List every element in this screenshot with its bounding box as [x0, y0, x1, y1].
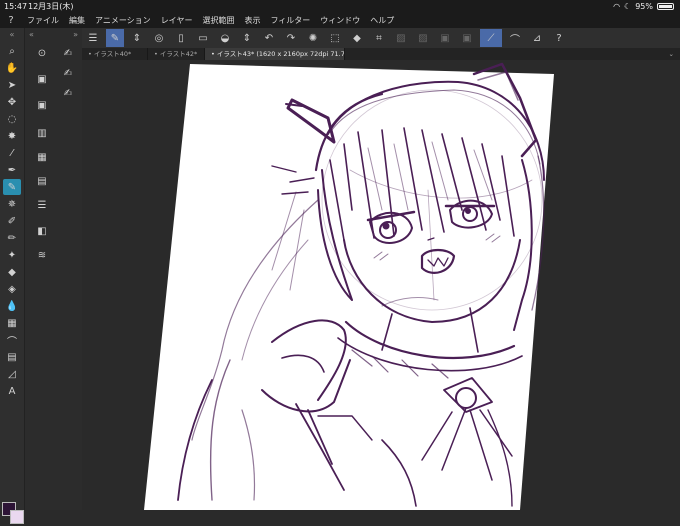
open-icon[interactable]: ▭	[194, 29, 212, 47]
sub-color-swatch[interactable]	[10, 510, 24, 524]
stepper-icon-2[interactable]: ⇕	[238, 29, 256, 47]
status-right: ◠ ☾ 95%	[613, 0, 674, 13]
color-set-icon[interactable]: ▦	[35, 150, 49, 164]
collapse-sub-icon[interactable]: «	[29, 28, 34, 42]
menu-edit[interactable]: 編集	[64, 15, 90, 26]
reference-icon[interactable]: ◎	[150, 29, 168, 47]
figure-tool-icon[interactable]: ⌒	[3, 332, 21, 348]
sub-folder-icon-1[interactable]: ▣	[35, 72, 49, 86]
history-icon[interactable]: ▤	[35, 174, 49, 188]
sub-folder-icon-2[interactable]: ▣	[35, 98, 49, 112]
menu-icon[interactable]: ☰	[84, 29, 102, 47]
layer-stack-icon[interactable]: ◧	[35, 224, 49, 238]
wifi-icon: ◠	[613, 2, 621, 11]
menu-filter[interactable]: フィルター	[265, 15, 315, 26]
menu-file[interactable]: ファイル	[22, 15, 64, 26]
airbrush-tool-icon[interactable]: ✐	[3, 213, 21, 229]
zoom-tool-icon[interactable]: ⌕	[3, 43, 21, 59]
deselect-icon[interactable]: ▨	[392, 29, 410, 47]
move-layer-tool-icon[interactable]: ✥	[3, 94, 21, 110]
collapse-left-icon[interactable]: «	[0, 28, 24, 42]
ruler-snap-icon[interactable]: ⟋	[480, 29, 502, 47]
pen-sub-icon-3[interactable]: ✍	[61, 86, 75, 100]
sub-palette-header: « »	[25, 28, 82, 42]
magic-wand-tool-icon[interactable]: ✸	[3, 128, 21, 144]
frame-tool-icon[interactable]: ▤	[3, 349, 21, 365]
stepper-icon[interactable]: ⇕	[128, 29, 146, 47]
battery-percent: 95%	[635, 2, 653, 11]
moon-icon: ☾	[624, 2, 632, 11]
tool-palette: « ⌕ ✋ ➤ ✥ ◌ ✸ ⁄ ✒ ✎ ✵ ✐ ✏ ✦ ◆ ◈ 💧 ▦ ⌒ ▤ …	[0, 28, 24, 524]
expand-sub-icon[interactable]: »	[73, 28, 78, 42]
menu-view[interactable]: 表示	[239, 15, 265, 26]
menu-selection[interactable]: 選択範囲	[197, 15, 239, 26]
special-ruler-icon[interactable]: ⌒	[506, 29, 524, 47]
sub-tool-palette: « » ⊙ ▣ ▣ ▥ ▦ ▤ ☰ ◧ ≋ ✍ ✍ ✍	[24, 28, 82, 510]
blend-tool-icon[interactable]: 💧	[3, 298, 21, 314]
pencil-tool-icon[interactable]: ✎	[3, 179, 21, 195]
tab-illust-43[interactable]: • イラスト43* (1620 x 2160px 72dpi 71.7%)	[205, 48, 345, 60]
navigator-icon[interactable]: ⊙	[35, 46, 49, 60]
clock: 15:47	[4, 2, 28, 11]
layer-property-icon[interactable]: ▥	[35, 126, 49, 140]
invert-icon[interactable]: ▨	[414, 29, 432, 47]
decoration-tool-icon[interactable]: ✏	[3, 230, 21, 246]
tab-illust-40[interactable]: • イラスト40*	[82, 48, 148, 60]
help-icon[interactable]: ?	[550, 29, 568, 47]
menu-bar: ? ファイル 編集 アニメーション レイヤー 選択範囲 表示 フィルター ウィン…	[0, 13, 680, 28]
menu-animation[interactable]: アニメーション	[90, 15, 156, 26]
redo-icon[interactable]: ↷	[282, 29, 300, 47]
new-icon[interactable]: ▯	[172, 29, 190, 47]
pen-tool-icon[interactable]: ✒	[3, 162, 21, 178]
material-icon[interactable]: ☰	[35, 198, 49, 212]
document-tabs: • イラスト40* • イラスト42* • イラスト43* (1620 x 21…	[82, 48, 680, 60]
gradient-tool-icon[interactable]: ▦	[3, 315, 21, 331]
transform-icon[interactable]: ⌗	[370, 29, 388, 47]
operation-tool-icon[interactable]: ➤	[3, 77, 21, 93]
text-tool-icon[interactable]: A	[3, 383, 21, 399]
command-bar: ☰ ✎ ⇕ ◎ ▯ ▭ ◒ ⇕ ↶ ↷ ✺ ⬚ ◆ ⌗ ▨ ▨ ▣ ▣ ⟋ ⌒ …	[82, 28, 680, 48]
menu-window[interactable]: ウィンドウ	[315, 15, 365, 26]
layers-icon[interactable]: ≋	[35, 248, 49, 262]
eyedropper-tool-icon[interactable]: ⁄	[3, 145, 21, 161]
canvas-sheet	[144, 64, 554, 510]
eraser-tool-icon[interactable]: ◆	[3, 264, 21, 280]
grid-snap-icon[interactable]: ⊿	[528, 29, 546, 47]
battery-icon	[657, 3, 674, 10]
ruler-tool-icon[interactable]: ◿	[3, 366, 21, 382]
fill-icon[interactable]: ◆	[348, 29, 366, 47]
app-logo-icon[interactable]: ?	[0, 15, 22, 26]
save-icon[interactable]: ◒	[216, 29, 234, 47]
clear-icon[interactable]: ⬚	[326, 29, 344, 47]
pen-sub-icon-1[interactable]: ✍	[61, 46, 75, 60]
fill-tool-icon[interactable]: ◈	[3, 281, 21, 297]
status-bar: 15:47 12月3日(木) ◠ ☾ 95%	[0, 0, 680, 13]
pen-mode-icon[interactable]: ✎	[106, 29, 124, 47]
lasso-tool-icon[interactable]: ◌	[3, 111, 21, 127]
expand-icon[interactable]: ▣	[436, 29, 454, 47]
color-swatches[interactable]	[2, 502, 24, 526]
date: 12月3日(木)	[28, 2, 74, 11]
shrink-icon[interactable]: ▣	[458, 29, 476, 47]
spinner-icon[interactable]: ✺	[304, 29, 322, 47]
pen-sub-icon-2[interactable]: ✍	[61, 66, 75, 80]
undo-icon[interactable]: ↶	[260, 29, 278, 47]
canvas-area[interactable]	[82, 60, 680, 510]
hand-tool-icon[interactable]: ✋	[3, 60, 21, 76]
canvas-paper[interactable]	[82, 60, 680, 510]
menu-layer[interactable]: レイヤー	[156, 15, 198, 26]
sparkle-tool-icon[interactable]: ✦	[3, 247, 21, 263]
menu-help[interactable]: ヘルプ	[365, 15, 399, 26]
tab-illust-42[interactable]: • イラスト42*	[148, 48, 205, 60]
chevron-down-icon[interactable]: ⌄	[669, 48, 680, 60]
brush-tool-icon[interactable]: ✵	[3, 196, 21, 212]
